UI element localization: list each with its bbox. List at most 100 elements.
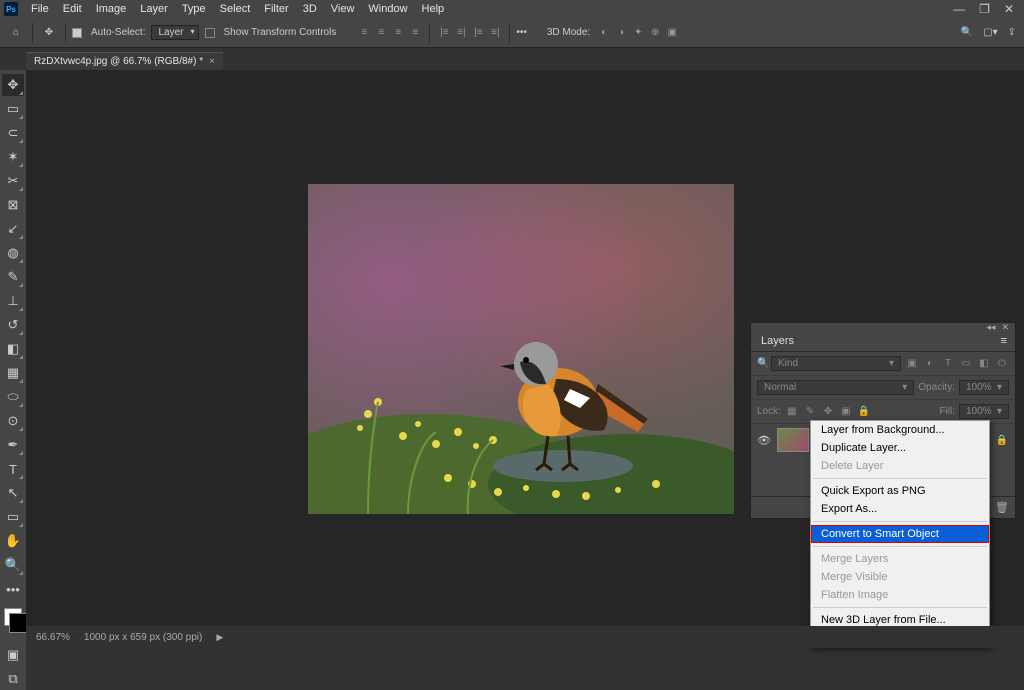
ctx-duplicate[interactable]: Duplicate Layer...: [811, 439, 989, 457]
lock-pixel-icon[interactable]: ✎: [803, 405, 817, 419]
color-swatch[interactable]: [4, 608, 22, 626]
blend-mode-dropdown[interactable]: Normal▾: [757, 380, 914, 395]
gradient-tool[interactable]: ▦: [2, 362, 24, 384]
brush-tool[interactable]: ✎: [2, 266, 24, 288]
dodge-tool[interactable]: ⊙: [2, 410, 24, 432]
filter-type-dropdown[interactable]: Kind▾: [771, 356, 901, 371]
delete-icon[interactable]: 🗑: [995, 501, 1009, 514]
dist-icon[interactable]: |≡: [470, 25, 486, 41]
ctx-convert-smart[interactable]: Convert to Smart Object: [811, 525, 989, 543]
eyedropper-tool[interactable]: ↙: [2, 218, 24, 240]
menu-edit[interactable]: Edit: [56, 1, 89, 17]
filter-toggle[interactable]: ⏻: [995, 357, 1009, 371]
pan-icon[interactable]: ◑: [613, 25, 629, 41]
visibility-icon[interactable]: 👁: [757, 434, 771, 447]
hand-tool[interactable]: ✋: [2, 530, 24, 552]
lasso-tool[interactable]: ⊂: [2, 122, 24, 144]
adjust-filter-icon[interactable]: ◐: [923, 357, 937, 371]
status-arrow-icon[interactable]: ▶: [216, 632, 223, 643]
minimize-icon[interactable]: —: [953, 2, 965, 16]
menu-filter[interactable]: Filter: [257, 1, 295, 17]
menu-help[interactable]: Help: [415, 1, 452, 17]
history-brush-tool[interactable]: ↺: [2, 314, 24, 336]
search-icon[interactable]: 🔍: [961, 27, 973, 38]
edit-toolbar[interactable]: •••: [2, 578, 24, 600]
layer-thumb[interactable]: [777, 428, 809, 452]
zoom-tool[interactable]: 🔍: [2, 554, 24, 576]
ctx-merge-layers: Merge Layers: [811, 550, 989, 568]
blur-tool[interactable]: ⬭: [2, 386, 24, 408]
align-icon[interactable]: ≡: [407, 25, 423, 41]
quickmask-icon[interactable]: ▣: [2, 644, 24, 666]
distribute-group: |≡≡||≡≡|: [436, 25, 503, 41]
align-icon[interactable]: ≡: [390, 25, 406, 41]
stamp-tool[interactable]: ⊥: [2, 290, 24, 312]
dist-icon[interactable]: |≡: [436, 25, 452, 41]
fill-field[interactable]: 100%▾: [959, 404, 1009, 419]
show-transform-check[interactable]: [205, 28, 215, 38]
layers-tab[interactable]: Layers: [751, 331, 804, 351]
align-icon[interactable]: ≡: [356, 25, 372, 41]
cam-icon[interactable]: ▣: [664, 25, 680, 41]
ctx-quick-export[interactable]: Quick Export as PNG: [811, 482, 989, 500]
pen-tool[interactable]: ✒: [2, 434, 24, 456]
restore-icon[interactable]: ❐: [979, 2, 990, 16]
lock-all-icon[interactable]: 🔒: [857, 405, 871, 419]
marquee-tool[interactable]: ▭: [2, 98, 24, 120]
share-icon[interactable]: ⇪: [1008, 27, 1016, 38]
panel-grip[interactable]: ◂◂✕: [751, 323, 1015, 331]
workspace-icon[interactable]: ▢▾: [983, 27, 997, 38]
menu-file[interactable]: File: [24, 1, 56, 17]
doc-dims[interactable]: 1000 px x 659 px (300 ppi): [84, 632, 202, 643]
tab-close-icon[interactable]: ×: [209, 56, 215, 67]
divider: [429, 23, 430, 43]
move-tool-icon[interactable]: ✥: [39, 23, 59, 43]
auto-select-check[interactable]: [72, 28, 82, 38]
ctx-export-as[interactable]: Export As...: [811, 500, 989, 518]
lock-pos-icon[interactable]: ✥: [821, 405, 835, 419]
divider: [32, 23, 33, 43]
menu-window[interactable]: Window: [361, 1, 414, 17]
menu-type[interactable]: Type: [175, 1, 213, 17]
menu-layer[interactable]: Layer: [133, 1, 175, 17]
smart-filter-icon[interactable]: ◧: [977, 357, 991, 371]
type-filter-icon[interactable]: T: [941, 357, 955, 371]
move-tool[interactable]: ✥: [2, 74, 24, 96]
more-icon[interactable]: •••: [516, 27, 527, 38]
lock-trans-icon[interactable]: ▦: [785, 405, 799, 419]
healing-tool[interactable]: ◍: [2, 242, 24, 264]
shape-tool[interactable]: ▭: [2, 506, 24, 528]
auto-select-dropdown[interactable]: Layer: [151, 25, 198, 40]
menu-view[interactable]: View: [324, 1, 362, 17]
dist-icon[interactable]: ≡|: [487, 25, 503, 41]
menu-select[interactable]: Select: [213, 1, 258, 17]
app-logo: Ps: [4, 2, 18, 16]
menu-image[interactable]: Image: [89, 1, 134, 17]
align-icon[interactable]: ≡: [373, 25, 389, 41]
frame-tool[interactable]: ⊠: [2, 194, 24, 216]
dist-icon[interactable]: ≡|: [453, 25, 469, 41]
menu-3d[interactable]: 3D: [296, 1, 324, 17]
panel-menu-icon[interactable]: ≡: [993, 331, 1015, 351]
home-icon[interactable]: ⌂: [6, 23, 26, 43]
pixel-filter-icon[interactable]: ▣: [905, 357, 919, 371]
search-mini-icon[interactable]: 🔍: [757, 358, 767, 369]
screenmode-icon[interactable]: ⧉: [2, 668, 24, 690]
zoom-level[interactable]: 66.67%: [36, 632, 70, 643]
3d-group: ◐◑✦⊕▣: [596, 25, 680, 41]
dolly-icon[interactable]: ✦: [630, 25, 646, 41]
lock-indicator-icon[interactable]: 🔒: [995, 433, 1009, 447]
type-tool[interactable]: T: [2, 458, 24, 480]
slide-icon[interactable]: ⊕: [647, 25, 663, 41]
orbit-icon[interactable]: ◐: [596, 25, 612, 41]
path-tool[interactable]: ↖: [2, 482, 24, 504]
opacity-field[interactable]: 100%▾: [959, 380, 1009, 395]
shape-filter-icon[interactable]: ▭: [959, 357, 973, 371]
selection-tool[interactable]: ✶: [2, 146, 24, 168]
ctx-layer-from-bg[interactable]: Layer from Background...: [811, 421, 989, 439]
eraser-tool[interactable]: ◧: [2, 338, 24, 360]
close-icon[interactable]: ✕: [1004, 2, 1014, 16]
document-tab[interactable]: RzDXtvwc4p.jpg @ 66.7% (RGB/8#) * ×: [26, 52, 223, 70]
crop-tool[interactable]: ✂: [2, 170, 24, 192]
lock-artb-icon[interactable]: ▣: [839, 405, 853, 419]
